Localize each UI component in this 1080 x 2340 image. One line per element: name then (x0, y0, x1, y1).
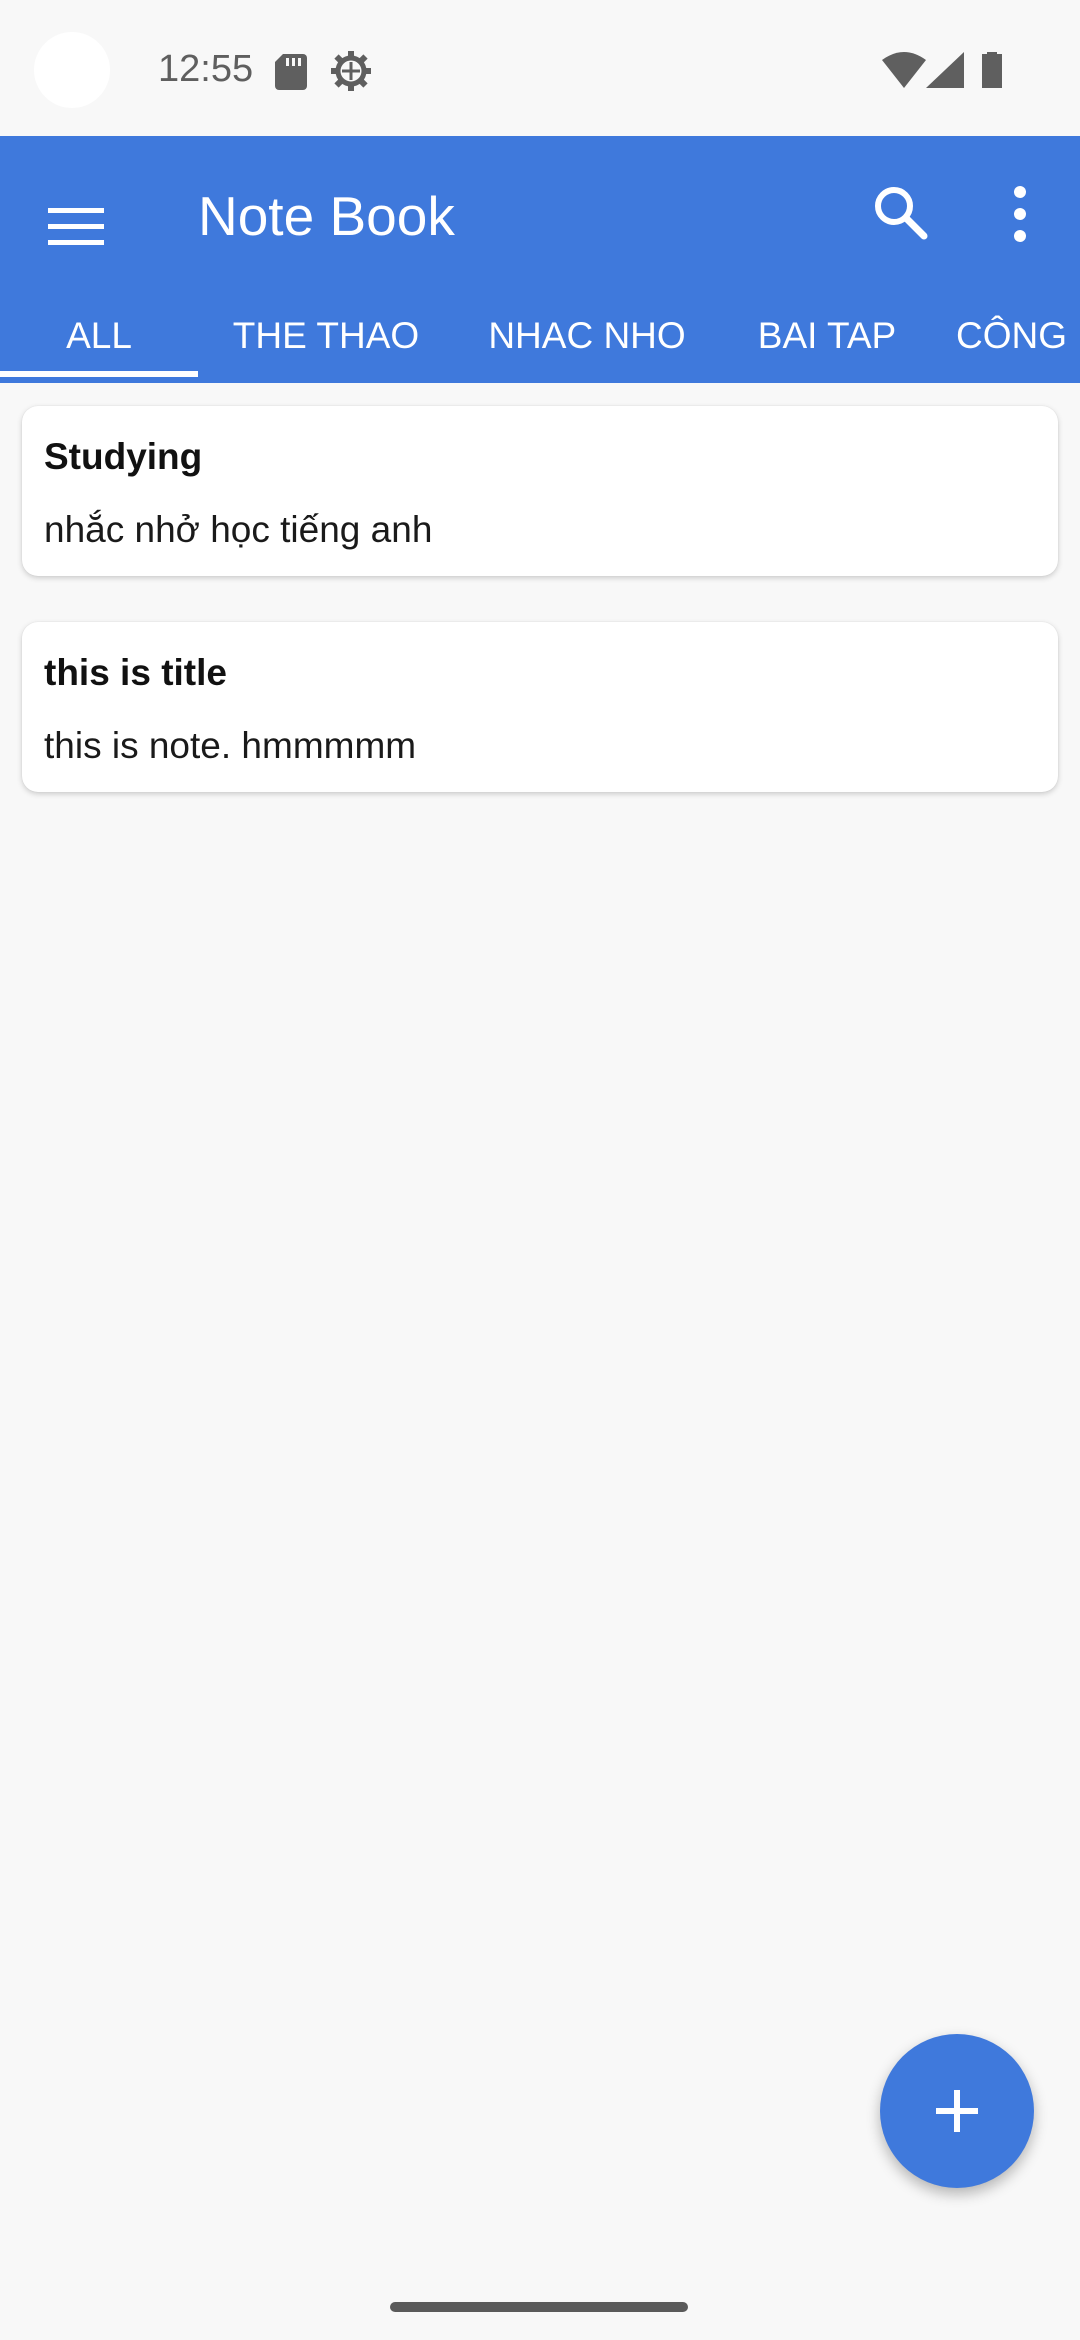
tab-cong[interactable]: CÔNG (956, 306, 1080, 383)
note-card[interactable]: Studying nhắc nhở học tiếng anh (22, 406, 1058, 576)
cell-signal-icon (926, 52, 964, 88)
status-time: 12:55 (158, 48, 254, 90)
add-note-button[interactable] (880, 2034, 1034, 2188)
home-indicator[interactable] (390, 2302, 688, 2312)
tab-the-thao[interactable]: THE THAO (214, 306, 438, 383)
note-title: Studying (44, 436, 203, 477)
settings-gear-icon (331, 51, 371, 91)
note-body: nhắc nhở học tiếng anh (44, 509, 433, 550)
front-camera-cutout (34, 32, 110, 108)
app-bar: Note Book ALL THE THAO NHAC NHO BAI TAP … (0, 136, 1080, 383)
note-title: this is title (44, 652, 227, 693)
plus-icon (936, 2090, 978, 2132)
note-card[interactable]: this is title this is note. hmmmmm (22, 622, 1058, 792)
sd-card-icon (275, 54, 307, 90)
tab-bai-tap[interactable]: BAI TAP (736, 306, 918, 383)
hamburger-menu-icon[interactable] (38, 188, 118, 268)
battery-icon (982, 52, 1002, 88)
status-bar: 12:55 (0, 0, 1080, 136)
search-icon[interactable] (870, 182, 934, 246)
more-vert-icon[interactable] (1000, 182, 1040, 246)
tab-active-indicator (0, 371, 198, 377)
tab-nhac-nho[interactable]: NHAC NHO (472, 306, 702, 383)
wifi-icon (882, 52, 926, 88)
note-body: this is note. hmmmmm (44, 725, 417, 766)
app-title: Note Book (198, 185, 455, 247)
